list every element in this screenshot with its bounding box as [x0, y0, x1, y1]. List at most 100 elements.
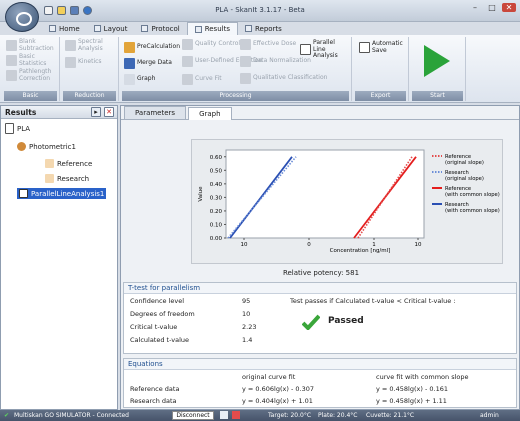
graph-button[interactable]: Graph [124, 74, 155, 85]
reference-data-label: Reference data [130, 385, 180, 393]
tab-reports[interactable]: Reports [238, 22, 289, 35]
minimize-button[interactable]: – [468, 3, 482, 12]
ribbon-group-export: Automatic Save Export [353, 37, 409, 101]
status-bar: ✔ Multiskan GO SIMULATOR - Connected Dis… [0, 410, 520, 421]
tree-item-parallel-line-analysis1[interactable]: ParallelLineAnalysis1 [17, 188, 107, 199]
reference-common-equation: y = 0.458lg(x) - 0.161 [376, 385, 448, 393]
ttest-result: Passed [328, 316, 364, 326]
tab-protocol[interactable]: Protocol [134, 22, 186, 35]
spectral-icon [65, 40, 76, 51]
col-original-curve-fit: original curve fit [242, 373, 296, 381]
statistics-icon [6, 55, 17, 66]
spectral-analysis-button[interactable]: Spectral Analysis [65, 38, 118, 52]
y-tick-label: 0.00 [210, 236, 223, 242]
cuvette-temperature: Cuvette: 21.1°C [366, 412, 415, 419]
ttest-title: T-test for parallelism [124, 283, 516, 294]
basic-statistics-button[interactable]: Basic Statistics [6, 53, 59, 67]
content-tabs: Parameters Graph [121, 106, 519, 120]
ttest-rule: Test passes if Calculated t-value < Crit… [290, 297, 456, 305]
parallel-line-icon [300, 44, 311, 56]
group-label: Reduction [63, 91, 116, 101]
y-tick-label: 0.30 [210, 195, 223, 201]
x-axis-label: Concentration [ng/ml] [330, 248, 391, 254]
merge-data-button[interactable]: Merge Data [124, 58, 172, 69]
ribbon: Blank Subtraction Basic Statistics Pathl… [0, 35, 520, 103]
reference-original-equation: y = 0.606lg(x) - 0.307 [242, 385, 314, 393]
ribbon-group-start: Start [410, 37, 466, 101]
connected-check-icon: ✔ [4, 412, 10, 419]
photometric-icon [17, 142, 26, 151]
tree-item-research[interactable]: Research [45, 174, 89, 183]
tree-item-pla[interactable]: PLA [5, 123, 30, 134]
effective-dose-button[interactable]: Effective Dose [240, 39, 296, 50]
critical-t-value-label: Critical t-value [130, 323, 178, 331]
ribbon-group-reduction: Spectral Analysis Kinetics Reduction [61, 37, 119, 101]
title-bar: PLA - SkanIt 3.1.17 - Beta – □ ✕ [0, 0, 520, 32]
legend-label-detail: (original slope) [445, 160, 484, 166]
kinetics-button[interactable]: Kinetics [65, 57, 102, 68]
close-icon[interactable]: ✕ [104, 107, 114, 117]
tree-item-photometric1[interactable]: Photometric1 [17, 142, 76, 151]
pathlength-icon [6, 70, 17, 81]
plate-temperature: Plate: 20.4°C [318, 412, 358, 419]
start-button[interactable] [424, 45, 450, 77]
pathlength-correction-button[interactable]: Pathlength Correction [6, 68, 59, 82]
pin-icon[interactable]: ▸ [91, 107, 101, 117]
ribbon-tabs: Home Layout Protocol Results Reports [42, 22, 289, 35]
research-original-equation: y = 0.404lg(x) + 1.01 [242, 397, 313, 405]
results-icon [194, 25, 202, 33]
maximize-button[interactable]: □ [485, 3, 499, 12]
tab-parameters[interactable]: Parameters [124, 106, 187, 119]
y-tick-label: 0.10 [210, 222, 223, 228]
calculated-t-value-label: Calculated t-value [130, 336, 190, 344]
plate-icon[interactable] [220, 411, 228, 419]
main-content: Parameters Graph 0.00 0.10 0.20 0.30 0.40 0.5… [120, 105, 520, 410]
x-tick-label: 10 [241, 242, 248, 248]
curve-icon [45, 174, 54, 183]
close-button[interactable]: ✕ [502, 3, 516, 12]
tab-graph[interactable]: Graph [188, 107, 232, 120]
user-name: admin [480, 412, 499, 419]
parallel-line-analysis-button[interactable]: Parallel Line Analysis [300, 39, 348, 60]
blank-subtraction-button[interactable]: Blank Subtraction [6, 38, 59, 52]
col-common-slope: curve fit with common slope [376, 373, 469, 381]
tab-results[interactable]: Results [186, 22, 238, 35]
protocol-icon [141, 25, 149, 32]
confidence-level-value: 95 [242, 297, 251, 305]
disconnect-button[interactable]: Disconnect [172, 411, 214, 420]
critical-t-value-value: 2.23 [242, 323, 257, 331]
checkmark-icon [302, 314, 320, 330]
equations-section: Equations original curve fit curve fit w… [123, 358, 517, 408]
y-tick-label: 0.40 [210, 182, 223, 188]
automatic-save-button[interactable]: Automatic Save [359, 40, 407, 54]
curve-fit-icon [182, 74, 193, 85]
relative-potency: Relative potency: 581 [282, 269, 360, 277]
quality-control-button[interactable]: Quality Control [182, 39, 240, 50]
legend-label-detail: (with common slope) [445, 208, 500, 214]
legend-label-detail: (original slope) [445, 176, 484, 182]
y-tick-label: 0.50 [210, 168, 223, 174]
equations-title: Equations [124, 359, 516, 370]
parallel-line-icon [19, 189, 28, 198]
document-icon [5, 123, 14, 134]
temperature-icon[interactable] [232, 411, 240, 419]
results-panel-header: Results ▸ ✕ [1, 106, 117, 119]
tree-item-reference[interactable]: Reference [45, 159, 92, 168]
tab-home[interactable]: Home [42, 22, 87, 35]
plot-area [225, 149, 425, 239]
x-tick-label: 10 [415, 242, 422, 248]
x-tick-label: 0 [307, 242, 311, 248]
graph-icon [124, 74, 135, 85]
ribbon-group-processing: PreCalculation Merge Data Graph Quality … [120, 37, 352, 101]
blank-subtraction-icon [6, 40, 17, 51]
effective-dose-icon [240, 39, 251, 50]
instrument-status: Multiskan GO SIMULATOR - Connected [14, 412, 129, 419]
group-label: Processing [122, 91, 349, 101]
group-label: Basic [4, 91, 57, 101]
tab-layout[interactable]: Layout [87, 22, 135, 35]
qualitative-classification-button[interactable]: Qualitative Classification [240, 73, 327, 84]
panel-title: Results [5, 108, 37, 117]
curve-fit-button[interactable]: Curve Fit [182, 74, 222, 85]
precalculation-button[interactable]: PreCalculation [124, 42, 180, 53]
legend-label-detail: (with common slope) [445, 192, 500, 198]
